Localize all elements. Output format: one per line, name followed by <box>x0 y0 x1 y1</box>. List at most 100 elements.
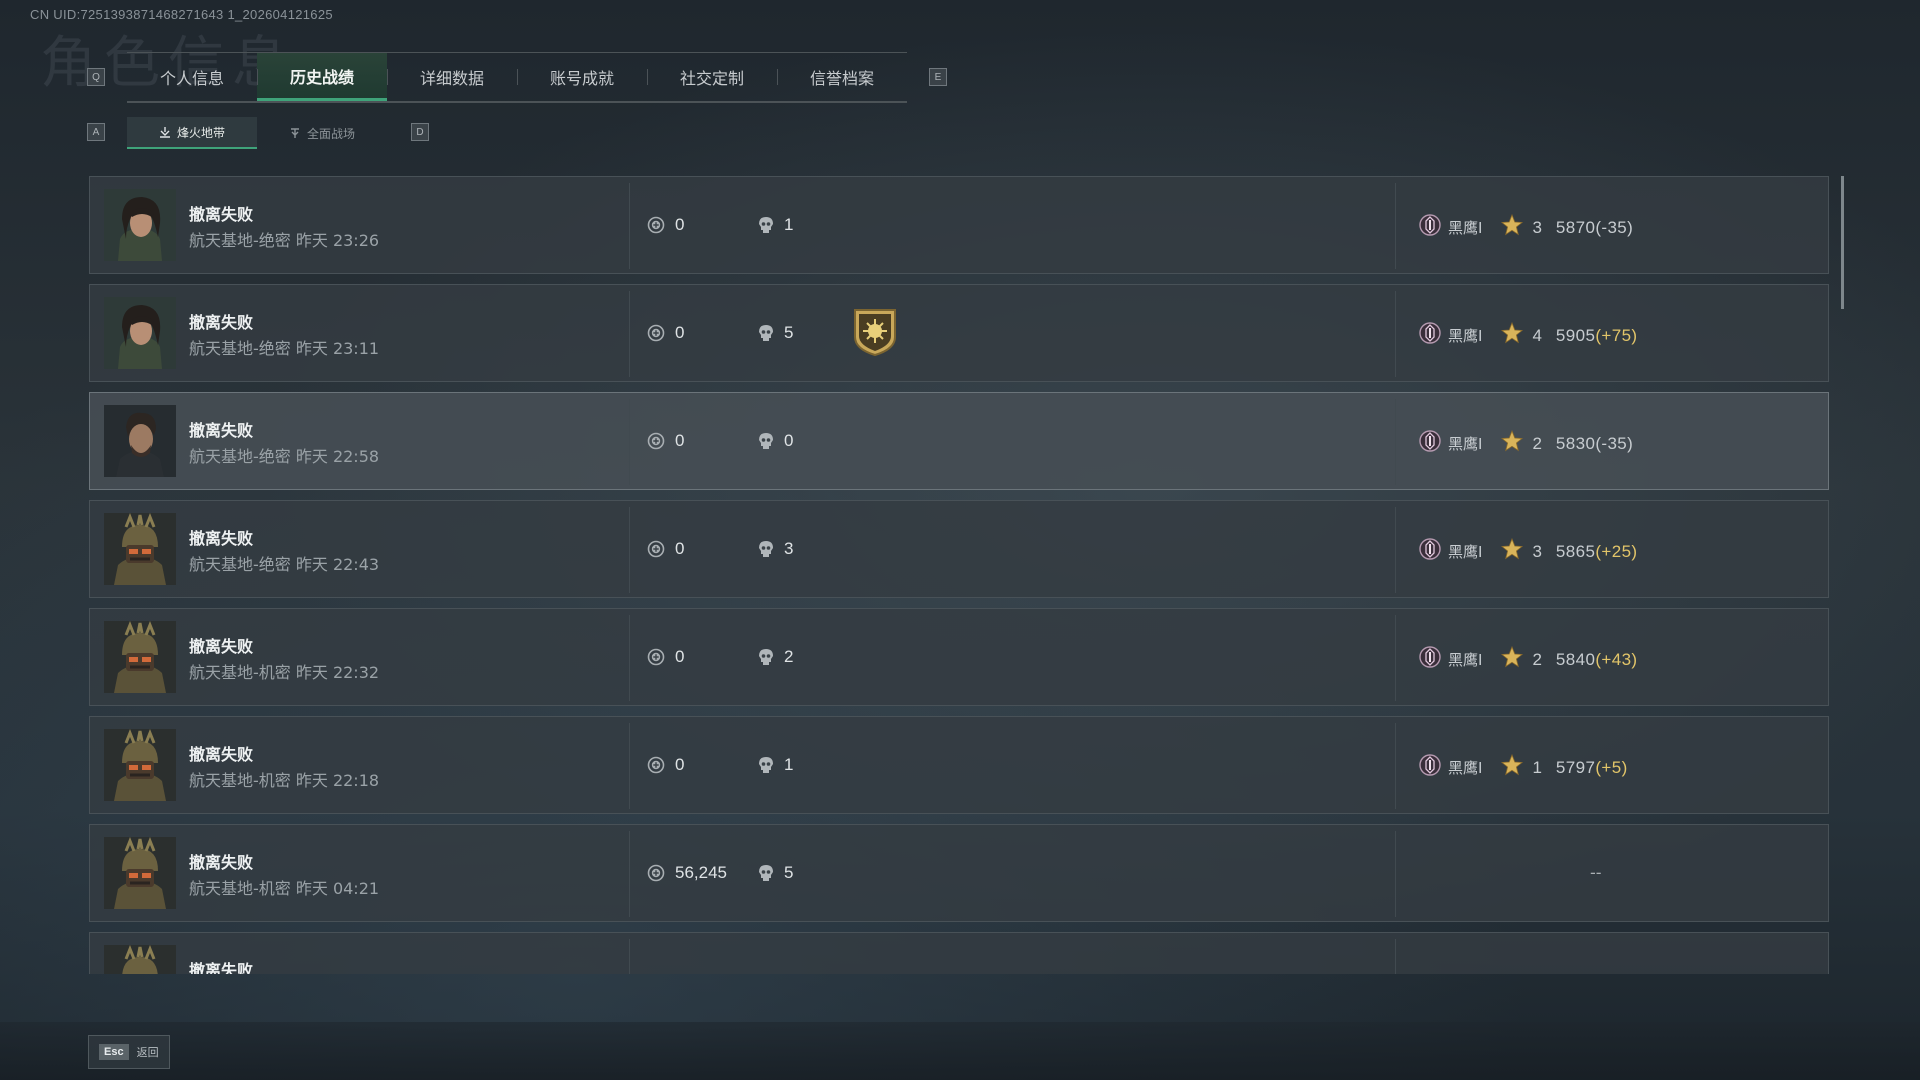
column-divider <box>1395 939 1396 974</box>
rank-info: 黑鹰Ⅰ 2 5840(+43) <box>1418 645 1638 674</box>
extracted-value: 0 <box>647 431 684 451</box>
tab-next-key[interactable]: E <box>929 68 947 86</box>
rank-info: 黑鹰Ⅰ 3 5870(-35) <box>1418 213 1633 242</box>
operator-avatar <box>104 297 176 369</box>
warzone-mode-icon <box>159 127 170 138</box>
match-row[interactable]: 撤离失败 航天基地-绝密 昨天 23:11 0 5 黑鹰Ⅰ 4 5905(+75) <box>89 284 1829 382</box>
operator-avatar <box>104 837 176 909</box>
extracted-value-text: 56,245 <box>675 863 727 882</box>
coin-icon <box>647 648 665 666</box>
operator-avatar <box>104 405 176 477</box>
skull-icon <box>758 324 774 342</box>
rank-score-delta: (+25) <box>1595 541 1638 561</box>
match-map-time: 航天基地-绝密 昨天 22:43 <box>189 555 380 574</box>
column-divider <box>1395 507 1396 593</box>
tab-reputation[interactable]: 信誉档案 <box>777 53 907 101</box>
back-label: 返回 <box>136 1046 159 1059</box>
tab-achievements[interactable]: 账号成就 <box>517 53 647 101</box>
rank-score-value: 5840 <box>1555 649 1596 669</box>
extracted-value-text: 0 <box>675 647 685 666</box>
rank-name: 黑鹰Ⅰ <box>1448 435 1483 453</box>
column-divider <box>1395 615 1396 701</box>
column-divider <box>629 291 630 377</box>
column-divider <box>629 723 630 809</box>
extracted-value: 0 <box>647 647 684 667</box>
main-tabs: 个人信息 历史战绩 详细数据 账号成就 社交定制 信誉档案 <box>127 52 907 103</box>
rank-info: 黑鹰Ⅰ 1 5797(+5) <box>1418 753 1628 782</box>
rank-name: 黑鹰Ⅰ <box>1448 327 1483 345</box>
star-icon <box>1500 645 1524 674</box>
tab-personal-info[interactable]: 个人信息 <box>127 53 257 101</box>
rank-emblem-icon <box>1418 753 1442 782</box>
rank-info: 黑鹰Ⅰ 2 5830(-35) <box>1418 429 1633 458</box>
kill-count: 1 <box>758 215 793 235</box>
rank-score-value: 5830 <box>1555 433 1596 453</box>
skull-icon <box>758 216 774 234</box>
rank-emblem-icon <box>1418 429 1442 458</box>
back-button[interactable]: Esc 返回 <box>88 1035 170 1069</box>
tab-social-customization[interactable]: 社交定制 <box>647 53 777 101</box>
list-scrollbar[interactable] <box>1841 176 1844 309</box>
rank-score-delta: (-35) <box>1595 433 1634 453</box>
extracted-value-text: 0 <box>675 755 685 774</box>
column-divider <box>629 399 630 485</box>
match-map-time: 航天基地-机密 昨天 22:18 <box>189 771 380 790</box>
match-row[interactable]: 撤离失败 航天基地-绝密 昨天 23:26 0 1 黑鹰Ⅰ 3 5870(-35) <box>89 176 1829 274</box>
extracted-value-text: 0 <box>675 431 685 450</box>
kill-count: 5 <box>758 323 793 343</box>
match-row[interactable]: 撤离失败 航天基地-机密 昨天 22:18 0 1 黑鹰Ⅰ 1 5797(+5) <box>89 716 1829 814</box>
rank-score-delta: (+5) <box>1595 757 1628 777</box>
subtab-next-key[interactable]: D <box>411 123 429 141</box>
coin-icon <box>647 324 665 342</box>
mode-subtabs: 烽火地带 全面战场 <box>127 117 387 149</box>
match-map-time: 航天基地-机密 昨天 22:32 <box>189 663 380 682</box>
star-icon <box>1500 429 1524 458</box>
rank-score-delta: (-35) <box>1595 217 1634 237</box>
rank-score-value: 5870 <box>1555 217 1596 237</box>
tab-match-history[interactable]: 历史战绩 <box>257 53 387 101</box>
extracted-value: 0 <box>647 323 684 343</box>
coin-icon <box>647 216 665 234</box>
tab-prev-key[interactable]: Q <box>87 68 105 86</box>
star-count: 1 <box>1532 757 1542 777</box>
coin-icon <box>647 432 665 450</box>
kill-count-text: 5 <box>784 863 794 882</box>
kill-count: 1 <box>758 755 793 775</box>
operator-avatar <box>104 513 176 585</box>
match-row[interactable]: 撤离失败 航天基地-绝密 昨天 22:58 0 0 黑鹰Ⅰ 2 5830(-35) <box>89 392 1829 490</box>
footer-bar <box>0 1022 1920 1080</box>
subtab-prev-key[interactable]: A <box>87 123 105 141</box>
star-count: 2 <box>1532 433 1542 453</box>
match-map-time: 航天基地-绝密 昨天 23:11 <box>189 339 380 358</box>
match-row[interactable]: 撤离失败 航天基地-机密 昨天 22:32 0 2 黑鹰Ⅰ 2 5840(+43) <box>89 608 1829 706</box>
rank-name: 黑鹰Ⅰ <box>1448 219 1483 237</box>
column-divider <box>629 831 630 917</box>
column-divider <box>629 507 630 593</box>
kill-count: 0 <box>758 431 793 451</box>
subtab-warzone[interactable]: 烽火地带 <box>127 117 257 149</box>
match-result: 撤离失败 <box>189 637 254 656</box>
extracted-value: 0 <box>647 539 684 559</box>
rank-score: 5797(+5) <box>1556 758 1628 778</box>
star-count: 4 <box>1532 325 1542 345</box>
rank-emblem-icon <box>1418 537 1442 566</box>
column-divider <box>1395 831 1396 917</box>
rank-info: 黑鹰Ⅰ 4 5905(+75) <box>1418 321 1638 350</box>
star-icon <box>1500 753 1524 782</box>
star-count: 2 <box>1532 649 1542 669</box>
rank-score: 5840(+43) <box>1556 650 1638 670</box>
subtab-full-battlefield-label: 全面战场 <box>306 126 355 141</box>
operator-avatar <box>104 621 176 693</box>
match-row[interactable]: 撤离失败 航天基地-机密 昨天 04:21 56,245 5 -- <box>89 824 1829 922</box>
kill-count-text: 1 <box>784 215 794 234</box>
subtab-full-battlefield[interactable]: 全面战场 <box>257 117 387 149</box>
match-row[interactable]: 撤离失败 航天基地-绝密 昨天 22:43 0 3 黑鹰Ⅰ 3 5865(+25) <box>89 500 1829 598</box>
match-map-time: 航天基地-绝密 昨天 23:26 <box>189 231 380 250</box>
match-row[interactable]: 撤离失败 <box>89 932 1829 974</box>
rank-score: 5905(+75) <box>1556 326 1638 346</box>
skull-icon <box>758 540 774 558</box>
column-divider <box>1395 723 1396 809</box>
coin-icon <box>647 540 665 558</box>
tab-detailed-data[interactable]: 详细数据 <box>387 53 517 101</box>
rank-emblem-icon <box>1418 321 1442 350</box>
